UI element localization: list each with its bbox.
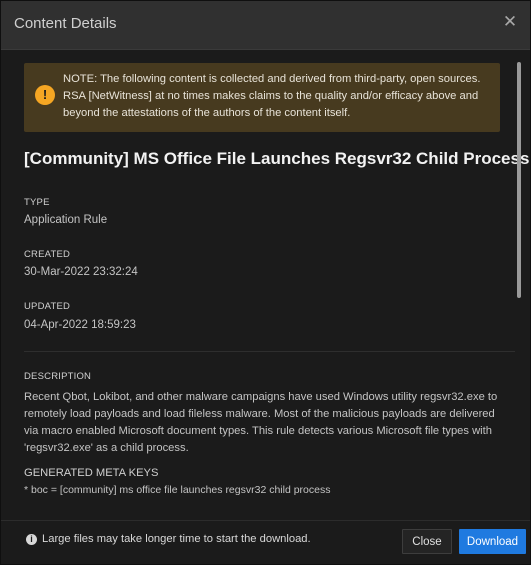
warning-icon: ! [35,85,55,105]
close-button[interactable]: Close [402,529,452,554]
download-note: Large files may take longer time to star… [42,533,311,545]
updated-label: UPDATED [24,301,71,312]
generated-meta-keys-label: GENERATED META KEYS [24,467,159,479]
description-label: DESCRIPTION [24,371,92,382]
notice-text: NOTE: The following content is collected… [63,73,481,119]
dialog-body[interactable]: ! NOTE: The following content is collect… [1,50,530,523]
content-details-dialog: Content Details ✕ ! NOTE: The following … [0,0,531,565]
created-label: CREATED [24,249,71,260]
scrollbar-thumb[interactable] [517,62,521,298]
generated-meta-keys-value: * boc = [community] ms office file launc… [24,484,331,496]
close-icon[interactable]: ✕ [500,12,520,32]
description-value: Recent Qbot, Lokibot, and other malware … [24,391,498,454]
type-label: TYPE [24,197,50,208]
dialog-title: Content Details [14,15,117,32]
dialog-titlebar: Content Details ✕ [1,1,530,50]
download-button[interactable]: Download [459,529,526,554]
created-value: 30-Mar-2022 23:32:24 [24,266,138,278]
section-divider [24,351,515,352]
type-value: Application Rule [24,214,108,226]
updated-value: 04-Apr-2022 18:59:23 [24,319,136,331]
third-party-notice: ! NOTE: The following content is collect… [24,63,500,132]
dialog-footer: i Large files may take longer time to st… [1,520,530,564]
content-title: [Community] MS Office File Launches Regs… [24,149,530,168]
info-icon: i [26,534,37,545]
